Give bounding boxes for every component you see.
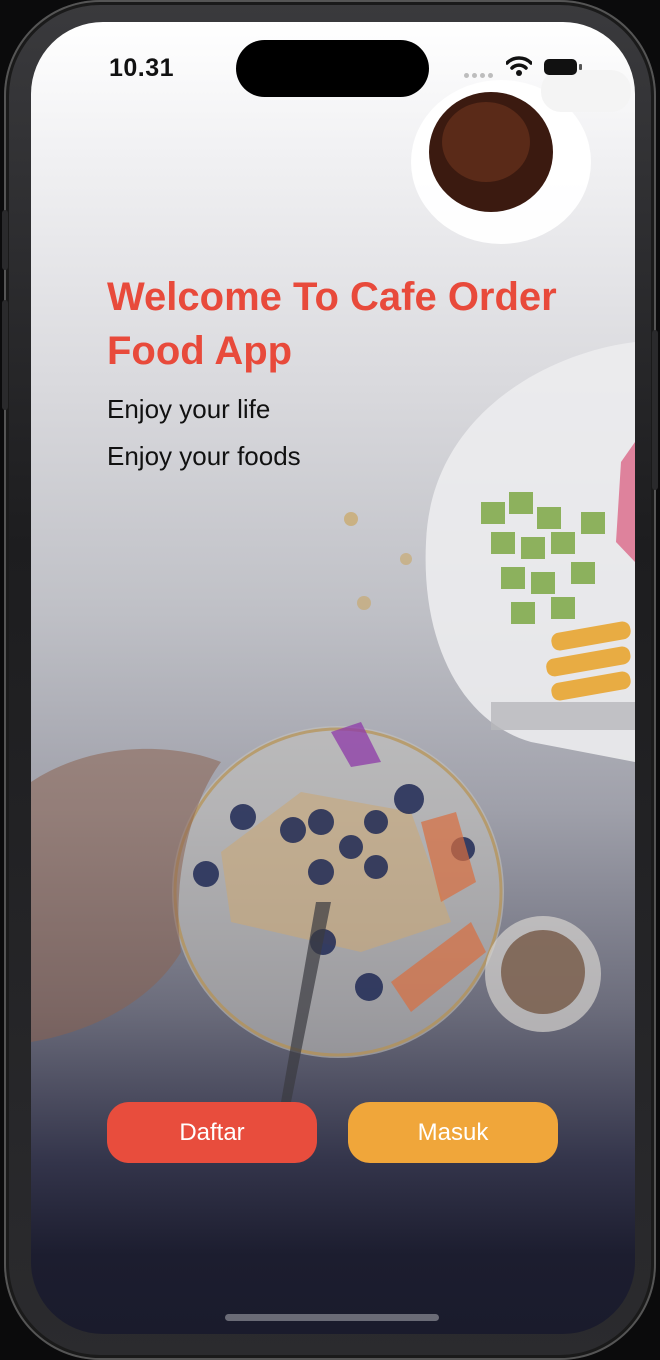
status-bar: 10.31 bbox=[31, 22, 635, 118]
status-time: 10.31 bbox=[109, 54, 175, 82]
cellular-signal-icon bbox=[464, 68, 496, 78]
tagline-foods: Enjoy your foods bbox=[107, 441, 301, 471]
home-indicator[interactable] bbox=[225, 1314, 439, 1321]
app-screen: 10.31 Welcome To Cafe Order Food App Enj… bbox=[31, 22, 635, 1334]
battery-tip bbox=[579, 64, 582, 70]
side-button bbox=[2, 210, 8, 270]
login-button[interactable]: Masuk bbox=[348, 1102, 558, 1163]
battery-icon bbox=[544, 59, 577, 75]
register-button[interactable]: Daftar bbox=[107, 1102, 317, 1163]
dynamic-island bbox=[236, 40, 429, 97]
side-button bbox=[652, 330, 658, 490]
phone-frame: 10.31 Welcome To Cafe Order Food App Enj… bbox=[2, 0, 658, 1360]
wifi-icon bbox=[506, 56, 532, 76]
welcome-title: Welcome To Cafe Order Food App bbox=[107, 275, 557, 373]
tagline-life: Enjoy your life bbox=[107, 394, 271, 424]
side-button bbox=[2, 300, 8, 410]
